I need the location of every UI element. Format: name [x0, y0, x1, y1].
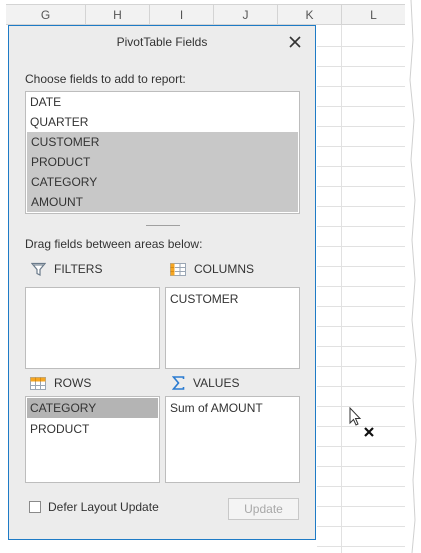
field-item-product[interactable]: PRODUCT: [27, 152, 298, 172]
grid-line: [317, 446, 405, 447]
grid-line: [317, 326, 405, 327]
grid-line: [317, 206, 405, 207]
grid-line: [317, 346, 405, 347]
defer-layout-update[interactable]: Defer Layout Update: [29, 500, 159, 514]
torn-edge: [409, 0, 421, 553]
grid-line: [317, 286, 405, 287]
columns-label: COLUMNS: [194, 262, 255, 276]
column-header-i[interactable]: I: [150, 4, 214, 25]
field-item-customer[interactable]: CUSTOMER: [27, 132, 298, 152]
field-list: DATE QUARTER CUSTOMER PRODUCT CATEGORY A…: [25, 91, 300, 214]
drag-cursor-icon: [349, 407, 374, 437]
grid-line: [317, 186, 405, 187]
grid-line: [317, 106, 405, 107]
columns-area-header: COLUMNS: [170, 260, 254, 278]
rows-item-category[interactable]: CATEGORY: [27, 398, 158, 418]
values-area-header: VALUES: [172, 374, 239, 392]
values-area[interactable]: Sum of AMOUNT: [165, 396, 300, 483]
columns-item-customer[interactable]: CUSTOMER: [167, 289, 298, 309]
choose-fields-label: Choose fields to add to report:: [25, 72, 186, 86]
rows-grid-icon: [30, 376, 46, 390]
grid-line: [317, 46, 405, 47]
splitter-handle[interactable]: [146, 225, 180, 226]
grid-line: [317, 486, 405, 487]
filters-area[interactable]: [25, 287, 160, 369]
grid-line: [317, 226, 405, 227]
grid-line: [317, 306, 405, 307]
grid-line: [317, 526, 405, 527]
field-item-category[interactable]: CATEGORY: [27, 172, 298, 192]
panel-title: PivotTable Fields: [116, 35, 208, 49]
close-icon[interactable]: [287, 34, 303, 50]
column-header-k[interactable]: K: [278, 4, 342, 25]
grid-line: [317, 146, 405, 147]
columns-grid-icon: [170, 262, 186, 276]
grid-line: [317, 386, 405, 387]
grid-line: [317, 66, 405, 67]
grid-line: [317, 366, 405, 367]
grid-line: [317, 506, 405, 507]
defer-layout-checkbox[interactable]: [29, 501, 41, 513]
pivot-table-fields-panel: PivotTable Fields Choose fields to add t…: [8, 25, 316, 540]
rows-item-product[interactable]: PRODUCT: [27, 419, 158, 439]
grid-line: [317, 86, 405, 87]
values-label: VALUES: [193, 376, 240, 390]
drag-fields-label: Drag fields between areas below:: [25, 237, 203, 251]
field-item-quarter[interactable]: QUARTER: [26, 112, 299, 132]
grid-line: [317, 246, 405, 247]
rows-area[interactable]: CATEGORY PRODUCT: [25, 396, 160, 483]
funnel-icon: [31, 262, 46, 276]
rows-label: ROWS: [54, 376, 92, 390]
update-button[interactable]: Update: [228, 498, 299, 520]
grid-line: [317, 126, 405, 127]
rows-area-header: ROWS: [30, 374, 91, 392]
column-header-l[interactable]: L: [342, 4, 405, 25]
values-item-sum-of-amount[interactable]: Sum of AMOUNT: [167, 398, 298, 418]
grid-line: [341, 25, 342, 553]
field-item-amount[interactable]: AMOUNT: [27, 192, 298, 212]
field-item-date[interactable]: DATE: [26, 92, 299, 112]
defer-layout-label: Defer Layout Update: [48, 500, 159, 514]
filters-area-header: FILTERS: [31, 260, 102, 278]
grid-line: [317, 466, 405, 467]
column-header-g[interactable]: G: [6, 4, 86, 25]
sigma-icon: [172, 376, 185, 390]
column-header-j[interactable]: J: [214, 4, 278, 25]
filters-label: FILTERS: [54, 262, 103, 276]
column-header-h[interactable]: H: [86, 4, 150, 25]
grid-line: [317, 266, 405, 267]
grid-line: [317, 546, 405, 547]
columns-area[interactable]: CUSTOMER: [165, 287, 300, 369]
grid-line: [317, 166, 405, 167]
